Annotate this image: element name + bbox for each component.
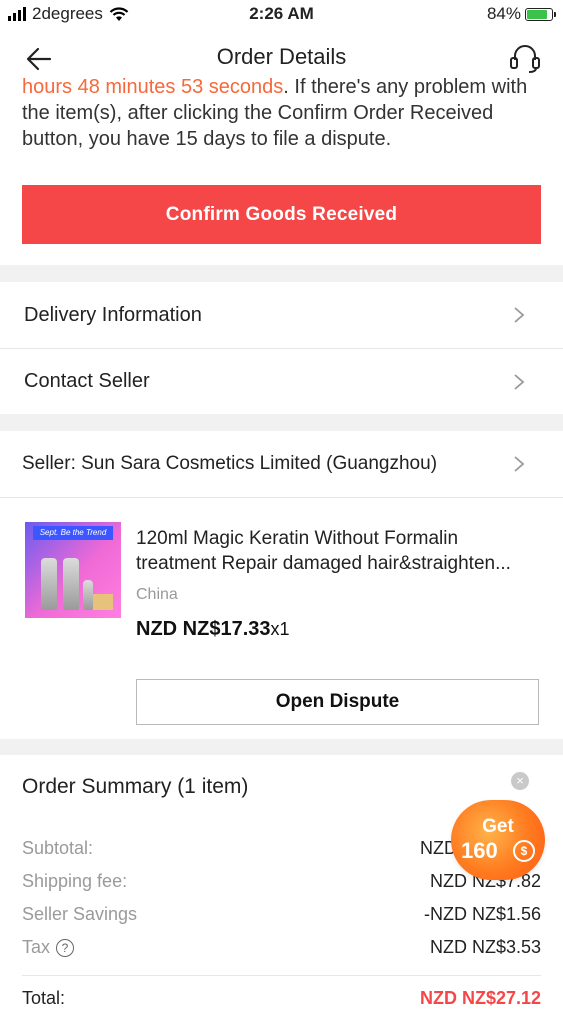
summary-value: NZD NZ$3.53	[429, 937, 541, 957]
promo-get-label: Get	[482, 816, 514, 837]
delivery-information-row[interactable]: Delivery Information	[0, 282, 563, 348]
page-title: Order Details	[216, 44, 347, 69]
section-divider	[0, 414, 563, 431]
dispute-notice: hours 48 minutes 53 seconds. If there's …	[22, 74, 542, 152]
total-value: NZD NZ$27.12	[419, 988, 541, 1008]
row-divider	[0, 497, 563, 498]
coin-icon: $	[513, 840, 535, 862]
product-origin: China	[136, 586, 178, 603]
chevron-right-icon	[514, 307, 525, 323]
close-icon[interactable]: ×	[511, 772, 529, 790]
summary-row-shipping: Shipping fee: NZD NZ$7.82	[22, 871, 541, 897]
summary-row-seller-savings: Seller Savings -NZD NZ$1.56	[22, 904, 541, 930]
product-title[interactable]: 120ml Magic Keratin Without Formalin tre…	[136, 526, 536, 576]
summary-label-tax: Tax ?	[22, 937, 75, 958]
product-price-value: NZD NZ$17.33	[136, 618, 271, 640]
product-quantity: x1	[270, 619, 290, 639]
summary-label: Seller Savings	[22, 904, 138, 924]
contact-seller-row[interactable]: Contact Seller	[0, 349, 563, 414]
seller-row[interactable]: Seller: Sun Sara Cosmetics Limited (Guan…	[0, 431, 563, 497]
row-divider	[22, 975, 541, 976]
summary-label: Shipping fee:	[22, 871, 128, 891]
countdown-text: hours 48 minutes 53 seconds	[22, 76, 284, 98]
promo-amount: 160	[461, 838, 498, 863]
tax-label: Tax	[22, 937, 51, 957]
summary-row-tax: Tax ? NZD NZ$3.53	[22, 937, 541, 963]
summary-label: Subtotal:	[22, 838, 94, 858]
battery-icon	[525, 7, 556, 21]
clock: 2:26 AM	[249, 4, 314, 23]
chevron-right-icon	[514, 456, 525, 472]
battery-info: 84%	[486, 4, 556, 24]
help-icon[interactable]: ?	[56, 938, 75, 957]
headset-icon[interactable]	[507, 42, 543, 74]
product-price: NZD NZ$17.33x1	[136, 618, 290, 641]
contact-seller-label: Contact Seller	[24, 370, 150, 392]
open-dispute-button[interactable]: Open Dispute	[136, 679, 539, 725]
chevron-right-icon	[514, 373, 525, 390]
confirm-goods-received-button[interactable]: Confirm Goods Received	[22, 185, 541, 244]
product-image[interactable]: Sept. Be the Trend	[25, 522, 121, 618]
summary-value: -NZD NZ$1.56	[423, 904, 541, 924]
battery-percent: 84%	[486, 4, 521, 23]
status-bar: 2degrees 2:26 AM 84%	[0, 0, 563, 30]
delivery-information-label: Delivery Information	[24, 303, 202, 326]
section-divider	[0, 739, 563, 755]
seller-name: Seller: Sun Sara Cosmetics Limited (Guan…	[22, 453, 438, 474]
product-image-banner: Sept. Be the Trend	[33, 526, 113, 540]
total-label: Total:	[22, 988, 66, 1008]
section-divider	[0, 265, 563, 282]
order-summary-title: Order Summary (1 item)	[22, 775, 249, 798]
promo-coin-badge[interactable]: Get 160 $	[451, 800, 545, 880]
